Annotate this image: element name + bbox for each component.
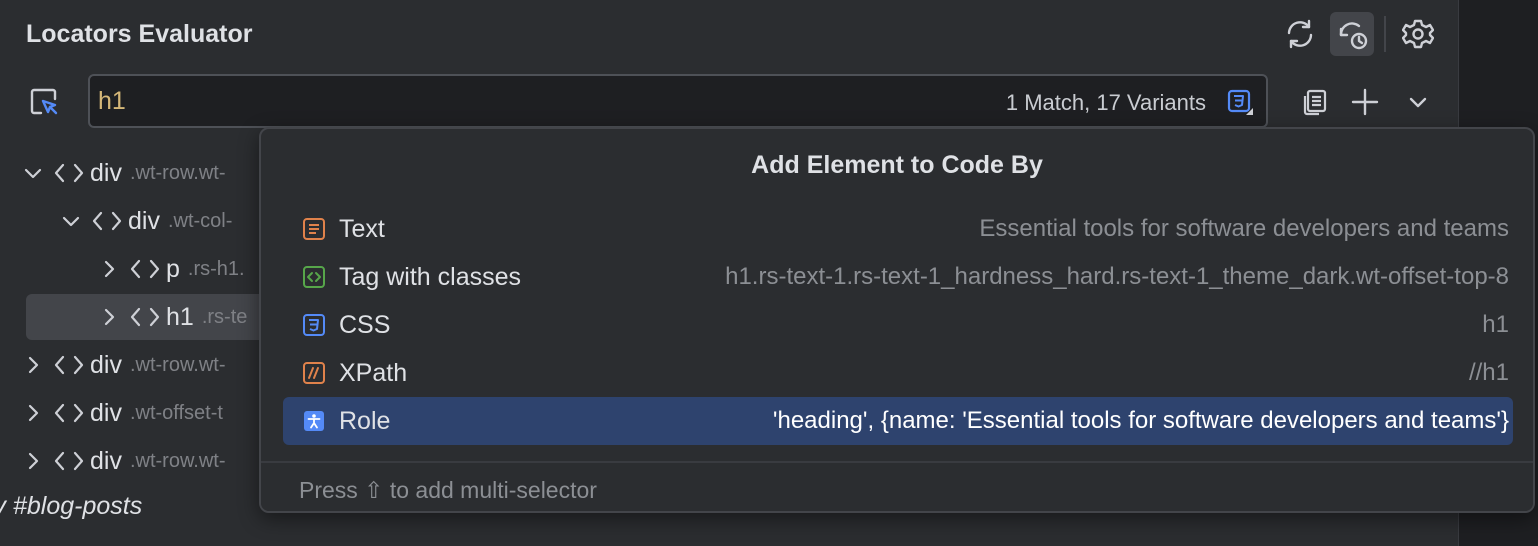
option-label: XPath bbox=[339, 358, 408, 387]
locator-search-box[interactable]: h1 1 Match, 17 Variants bbox=[88, 74, 1268, 128]
chevron-down-icon[interactable] bbox=[58, 208, 84, 234]
option-text[interactable]: Text Essential tools for software develo… bbox=[283, 205, 1513, 253]
tag-icon bbox=[301, 264, 327, 290]
tree-tag-name: div bbox=[90, 350, 122, 379]
code-tag-icon bbox=[54, 352, 84, 378]
xpath-icon bbox=[301, 360, 327, 386]
toolbar-separator bbox=[1384, 16, 1386, 52]
tree-tag-classes: .wt-row.wt- bbox=[129, 161, 226, 184]
refresh-icon[interactable] bbox=[1278, 12, 1322, 56]
option-xpath[interactable]: XPath //h1 bbox=[283, 349, 1513, 397]
code-tag-icon bbox=[92, 208, 122, 234]
match-status: 1 Match, 17 Variants bbox=[1005, 90, 1206, 115]
accessibility-icon bbox=[301, 408, 327, 434]
option-role[interactable]: Role 'heading', {name: 'Essential tools … bbox=[283, 397, 1513, 445]
footer-hint: Press ⇧ to add multi-selector bbox=[299, 477, 597, 503]
option-value: 'heading', {name: 'Essential tools for s… bbox=[772, 407, 1509, 434]
option-css[interactable]: CSS h1 bbox=[283, 301, 1513, 349]
option-value: //h1 bbox=[1468, 359, 1509, 386]
add-element-popup: Add Element to Code By Text Essential to… bbox=[259, 127, 1535, 513]
option-value: h1.rs-text-1.rs-text-1_hardness_hard.rs-… bbox=[725, 263, 1509, 290]
settings-icon[interactable] bbox=[1396, 12, 1440, 56]
tree-tag-name: h1 bbox=[166, 302, 194, 331]
panel-title: Locators Evaluator bbox=[26, 20, 253, 48]
blog-posts-node[interactable]: iv #blog-posts bbox=[0, 492, 142, 521]
tree-tag-classes: .wt-row.wt- bbox=[129, 353, 226, 376]
option-label: CSS bbox=[339, 310, 391, 339]
tree-tag-classes: .wt-row.wt- bbox=[129, 449, 226, 472]
option-label: Role bbox=[339, 406, 391, 435]
chevron-down-icon[interactable] bbox=[1396, 80, 1440, 124]
refresh-history-icon[interactable] bbox=[1330, 12, 1374, 56]
code-tag-icon bbox=[54, 448, 84, 474]
text-icon bbox=[301, 216, 327, 242]
tree-tag-classes: .rs-te bbox=[201, 305, 248, 328]
element-picker-icon[interactable] bbox=[22, 80, 66, 124]
popup-title: Add Element to Code By bbox=[751, 151, 1043, 179]
option-label: Text bbox=[339, 214, 385, 243]
css-icon bbox=[301, 312, 327, 338]
popup-footer: Press ⇧ to add multi-selector bbox=[261, 461, 1533, 511]
css-icon[interactable] bbox=[1226, 88, 1254, 116]
code-tag-icon bbox=[54, 400, 84, 426]
code-tag-icon bbox=[130, 256, 160, 282]
option-value: Essential tools for software developers … bbox=[979, 215, 1509, 242]
tree-tag-classes: .wt-col- bbox=[167, 209, 233, 232]
chevron-right-icon[interactable] bbox=[96, 256, 122, 282]
plus-icon[interactable] bbox=[1343, 80, 1387, 124]
tree-tag-name: div bbox=[90, 158, 122, 187]
option-value: h1 bbox=[1482, 311, 1509, 338]
chevron-right-icon[interactable] bbox=[20, 352, 46, 378]
code-tag-icon bbox=[130, 304, 160, 330]
tree-tag-name: div bbox=[90, 446, 122, 475]
locator-input-value[interactable]: h1 bbox=[98, 87, 126, 116]
tree-tag-name: p bbox=[166, 254, 180, 283]
tree-tag-classes: .wt-offset-t bbox=[129, 401, 223, 424]
tree-tag-name: div bbox=[128, 206, 160, 235]
option-label: Tag with classes bbox=[339, 262, 522, 291]
chevron-down-icon[interactable] bbox=[20, 160, 46, 186]
tree-tag-classes: .rs-h1. bbox=[187, 257, 245, 280]
chevron-right-icon[interactable] bbox=[20, 400, 46, 426]
tree-tag-name: div bbox=[90, 398, 122, 427]
chevron-right-icon[interactable] bbox=[96, 304, 122, 330]
code-tag-icon bbox=[54, 160, 84, 186]
chevron-right-icon[interactable] bbox=[20, 448, 46, 474]
option-tag-with-classes[interactable]: Tag with classes h1.rs-text-1.rs-text-1_… bbox=[283, 253, 1513, 301]
copy-icon[interactable] bbox=[1292, 80, 1336, 124]
